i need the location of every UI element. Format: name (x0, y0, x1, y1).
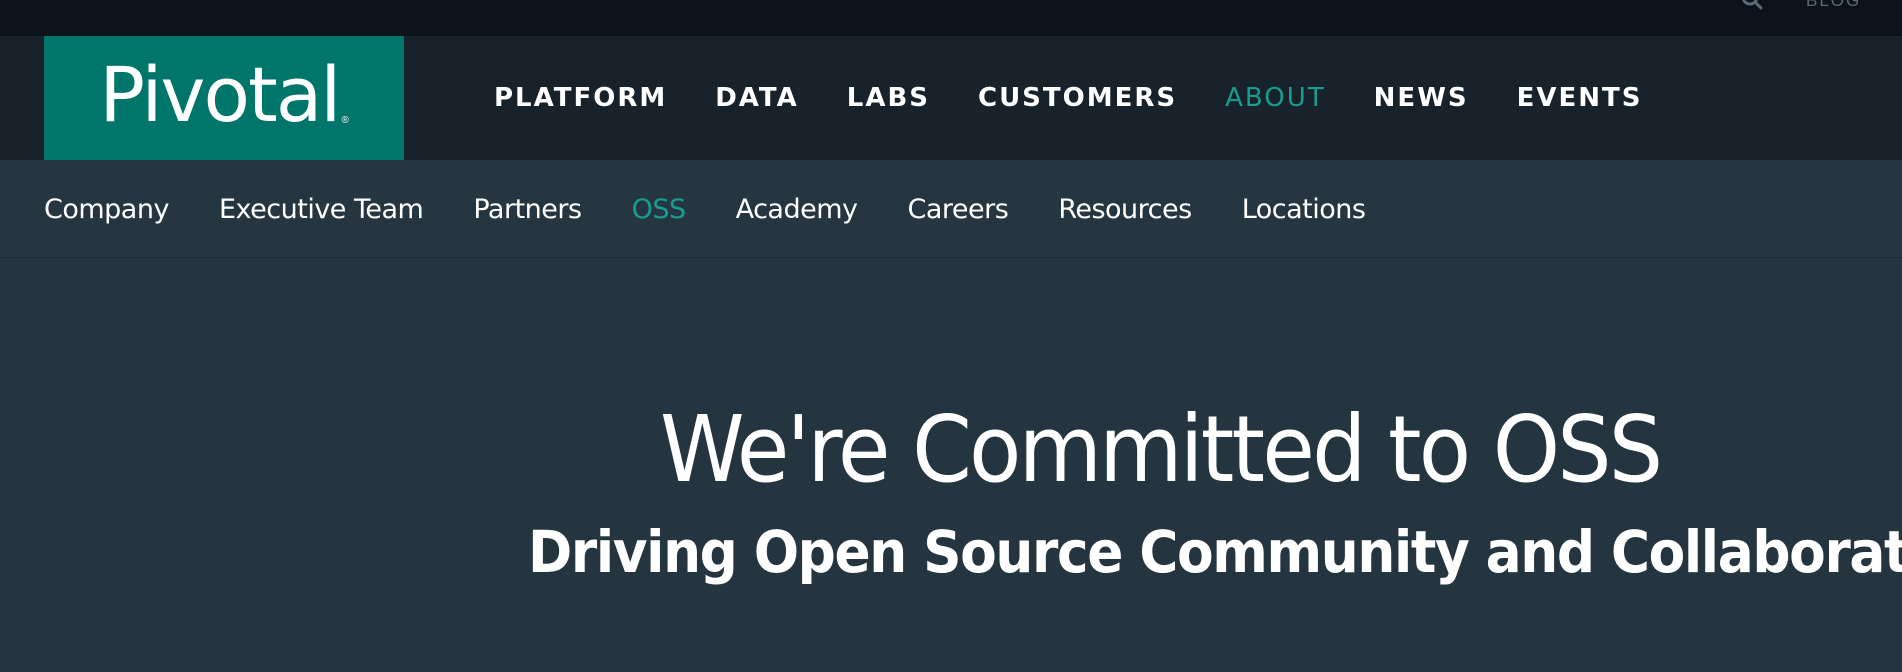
sub-nav-company[interactable]: Company (44, 194, 169, 225)
logo-text: Pivotal (99, 50, 341, 139)
main-nav-customers[interactable]: CUSTOMERS (978, 83, 1177, 113)
search-icon[interactable] (1741, 0, 1763, 10)
utility-bar: BLOG (0, 0, 1902, 36)
sub-nav-executive-team[interactable]: Executive Team (219, 194, 424, 225)
hero-subtitle: Driving Open Source Community and Collab… (528, 518, 1902, 586)
sub-nav: Company Executive Team Partners OSS Acad… (0, 160, 1902, 258)
sub-nav-items: Company Executive Team Partners OSS Acad… (44, 160, 1415, 258)
main-nav-items: PLATFORM DATA LABS CUSTOMERS ABOUT NEWS … (494, 36, 1690, 160)
main-nav-events[interactable]: EVENTS (1517, 83, 1643, 113)
pivotal-logo[interactable]: Pivotal ® (44, 36, 404, 160)
sub-nav-locations[interactable]: Locations (1242, 194, 1366, 225)
sub-nav-partners[interactable]: Partners (473, 194, 582, 225)
main-nav-about[interactable]: ABOUT (1225, 83, 1326, 113)
main-nav: Pivotal ® PLATFORM DATA LABS CUSTOMERS A… (0, 36, 1902, 160)
sub-nav-careers[interactable]: Careers (908, 194, 1009, 225)
sub-nav-academy[interactable]: Academy (736, 194, 858, 225)
sub-nav-resources[interactable]: Resources (1058, 194, 1192, 225)
registered-mark: ® (341, 115, 349, 126)
main-nav-labs[interactable]: LABS (847, 83, 930, 113)
main-nav-data[interactable]: DATA (715, 83, 799, 113)
main-nav-news[interactable]: NEWS (1374, 83, 1469, 113)
sub-nav-oss[interactable]: OSS (632, 194, 687, 225)
hero-section: We're Committed to OSS Driving Open Sour… (0, 258, 1902, 672)
blog-link[interactable]: BLOG (1806, 0, 1861, 11)
hero-title: We're Committed to OSS (659, 396, 1663, 503)
main-nav-platform[interactable]: PLATFORM (494, 83, 667, 113)
